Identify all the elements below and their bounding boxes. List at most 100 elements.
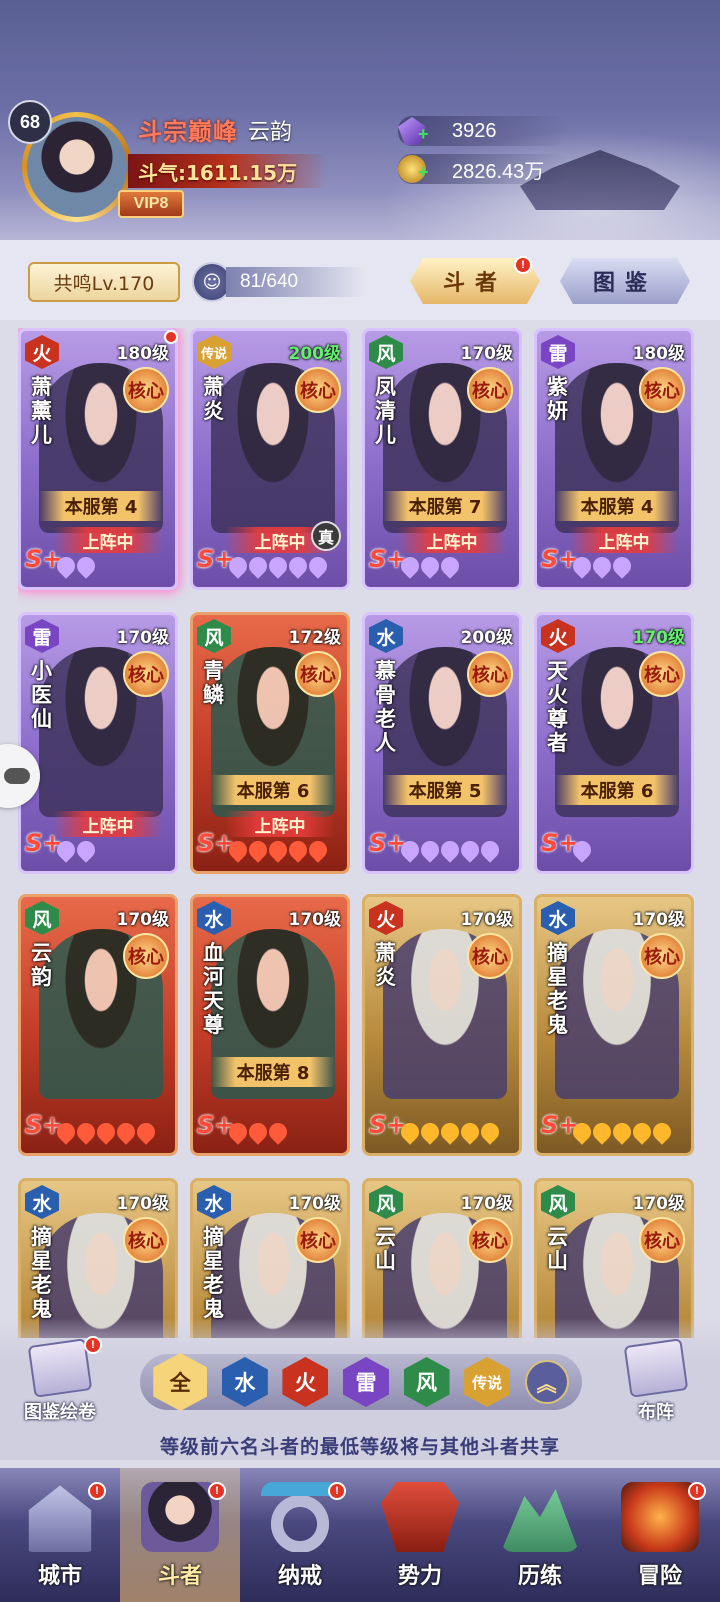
fighter-card[interactable]: 传说 200级 萧炎 核心 上阵中真 S+ bbox=[190, 328, 350, 590]
fighter-level: 170级 bbox=[460, 910, 514, 930]
star-row bbox=[397, 1119, 503, 1145]
add-gold-icon[interactable]: + bbox=[418, 162, 574, 188]
flame-star-icon bbox=[477, 837, 503, 863]
filter-legend-chip[interactable]: 传说 bbox=[464, 1357, 511, 1407]
fighter-card[interactable]: 水 170级 摘星老鬼 核心 bbox=[190, 1178, 350, 1338]
nav-fighters[interactable]: 斗者! bbox=[120, 1468, 240, 1602]
flame-star-icon bbox=[649, 1119, 675, 1145]
core-badge: 核心 bbox=[639, 651, 685, 697]
fighter-name: 血河天尊 bbox=[203, 941, 224, 1037]
fighter-name: 青鳞 bbox=[203, 659, 224, 707]
notification-dot-icon: ! bbox=[84, 1336, 102, 1354]
level-share-hint: 等级前六名斗者的最低等级将与其他斗者共享 bbox=[159, 1436, 560, 1458]
element-icon: 火 bbox=[541, 619, 575, 653]
flame-star-icon bbox=[113, 1119, 139, 1145]
add-crystal-icon[interactable]: + bbox=[418, 124, 574, 150]
fighter-name: 凤清儿 bbox=[375, 375, 396, 447]
formation-button[interactable]: 布阵 bbox=[606, 1338, 706, 1428]
star-row bbox=[225, 1119, 291, 1145]
vip-badge[interactable]: VIP8 bbox=[118, 190, 184, 218]
core-badge: 核心 bbox=[295, 367, 341, 413]
flame-star-icon bbox=[457, 837, 483, 863]
fighter-card[interactable]: 雷 170级 小医仙 核心 上阵中 S+ bbox=[18, 612, 178, 874]
flag-icon bbox=[623, 1338, 689, 1398]
tab-codex[interactable]: 图鉴 bbox=[560, 258, 690, 304]
fighter-card[interactable]: 火 180级 萧薰儿 核心 本服第 4 上阵中 S+ bbox=[18, 328, 178, 590]
player-name: 云韵 bbox=[248, 119, 293, 145]
bottom-nav: 城市! 斗者! 纳戒! 势力历练 冒险! bbox=[0, 1468, 720, 1602]
server-rank-banner: 本服第 6 bbox=[211, 775, 335, 805]
flame-star-icon bbox=[437, 553, 463, 579]
fighter-card[interactable]: 雷 180级 紫妍 核心 本服第 4 上阵中 S+ bbox=[534, 328, 694, 590]
fighter-card[interactable]: 风 172级 青鳞 核心 本服第 6 上阵中 S+ bbox=[190, 612, 350, 874]
resonance-level-button[interactable]: 共鸣Lv.170 bbox=[28, 262, 180, 302]
fighter-level: 170级 bbox=[632, 910, 686, 930]
element-icon: 火 bbox=[25, 335, 59, 369]
fighter-card[interactable]: 水 200级 慕骨老人 核心 本服第 5 S+ bbox=[362, 612, 522, 874]
flame-star-icon bbox=[93, 1119, 119, 1145]
fighter-card[interactable]: 风 170级 云山 核心 bbox=[534, 1178, 694, 1338]
fighter-card[interactable]: 火 170级 萧炎 核心 S+ bbox=[362, 894, 522, 1156]
server-rank-banner: 本服第 4 bbox=[555, 491, 679, 521]
filter-all-chip[interactable]: 全 bbox=[153, 1353, 208, 1411]
flame-star-icon bbox=[245, 837, 271, 863]
nav-ring[interactable]: 纳戒! bbox=[240, 1468, 360, 1602]
flame-star-icon bbox=[397, 553, 423, 579]
fighter-card[interactable]: 风 170级 云韵 核心 S+ bbox=[18, 894, 178, 1156]
nav-training[interactable]: 历练 bbox=[480, 1468, 600, 1602]
nav-adventure[interactable]: 冒险! bbox=[600, 1468, 720, 1602]
flame-star-icon bbox=[73, 1119, 99, 1145]
filter-thunder-chip[interactable]: 雷 bbox=[342, 1357, 389, 1407]
fighter-name: 云韵 bbox=[31, 941, 52, 989]
element-icon: 水 bbox=[197, 901, 231, 935]
star-row bbox=[53, 1119, 159, 1145]
nav-faction[interactable]: 势力 bbox=[360, 1468, 480, 1602]
filter-wind-chip[interactable]: 风 bbox=[403, 1357, 450, 1407]
flame-star-icon bbox=[305, 837, 331, 863]
star-row bbox=[397, 553, 463, 579]
filter-water-chip[interactable]: 水 bbox=[221, 1357, 268, 1407]
flame-star-icon bbox=[569, 837, 595, 863]
element-icon: 风 bbox=[541, 1185, 575, 1219]
star-row bbox=[53, 553, 99, 579]
notification-dot-icon: ! bbox=[514, 256, 532, 274]
star-row bbox=[569, 837, 595, 863]
fighter-card[interactable]: 火 170级 天火尊者 核心 本服第 6 S+ bbox=[534, 612, 694, 874]
core-badge: 核心 bbox=[467, 651, 513, 697]
notification-dot-icon bbox=[164, 330, 178, 344]
flame-star-icon bbox=[53, 1119, 79, 1145]
fighter-name: 摘星老鬼 bbox=[203, 1225, 224, 1321]
fighter-card[interactable]: 风 170级 云山 核心 bbox=[362, 1178, 522, 1338]
collapse-up-icon[interactable]: ︽ bbox=[524, 1360, 569, 1404]
roster-capacity-value: 81/640 bbox=[226, 267, 366, 297]
flame-star-icon bbox=[589, 1119, 615, 1145]
nav-label: 历练 bbox=[517, 1564, 562, 1589]
power-value: 斗气:1611.15万 bbox=[138, 160, 298, 185]
server-rank-banner: 本服第 7 bbox=[383, 491, 507, 521]
notification-dot-icon: ! bbox=[688, 1482, 706, 1500]
roster-capacity[interactable]: ☺ 81/640 bbox=[192, 262, 382, 302]
element-icon: 风 bbox=[197, 619, 231, 653]
deployed-tag: 上阵中 bbox=[225, 811, 335, 837]
codex-scroll-button[interactable]: 图鉴绘卷 bbox=[10, 1338, 110, 1428]
gold-resource[interactable]: + 2826.43万 bbox=[398, 154, 568, 184]
flame-star-icon bbox=[285, 553, 311, 579]
fighter-card[interactable]: 风 170级 凤清儿 核心 本服第 7 上阵中 S+ bbox=[362, 328, 522, 590]
filter-fire-chip[interactable]: 火 bbox=[282, 1357, 329, 1407]
fighter-card[interactable]: 水 170级 血河天尊 本服第 8 S+ bbox=[190, 894, 350, 1156]
fighter-card[interactable]: 水 170级 摘星老鬼 核心 bbox=[18, 1178, 178, 1338]
flame-star-icon bbox=[589, 553, 615, 579]
star-row bbox=[53, 837, 99, 863]
fighter-name: 云山 bbox=[547, 1225, 568, 1273]
fighter-name: 摘星老鬼 bbox=[31, 1225, 52, 1321]
crystal-resource[interactable]: + 3926 bbox=[398, 116, 568, 146]
nav-city[interactable]: 城市! bbox=[0, 1468, 120, 1602]
fighter-card[interactable]: 水 170级 摘星老鬼 核心 S+ bbox=[534, 894, 694, 1156]
element-icon: 传说 bbox=[197, 335, 231, 369]
core-badge: 核心 bbox=[639, 367, 685, 413]
notification-dot-icon: ! bbox=[328, 1482, 346, 1500]
star-row bbox=[569, 553, 635, 579]
flame-star-icon bbox=[609, 1119, 635, 1145]
fighter-grid: 火 180级 萧薰儿 核心 本服第 4 上阵中 S+ 传说 200级 萧炎 核心 上阵中真 S+ 风 170… bbox=[18, 328, 708, 1338]
star-row bbox=[569, 1119, 675, 1145]
